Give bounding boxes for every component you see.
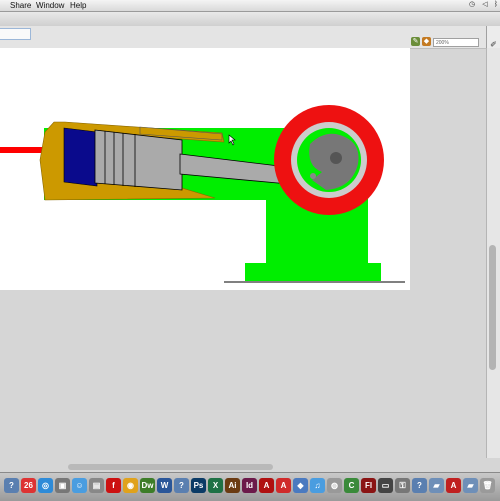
lock-app-icon[interactable]: ⚿ — [395, 478, 410, 493]
edit-symbols-icon[interactable]: ◆ — [422, 37, 431, 46]
monitor-app-icon[interactable]: ▭ — [378, 478, 393, 493]
dreamweaver-app-icon[interactable]: Dw — [140, 478, 155, 493]
disc-app-icon[interactable]: ◍ — [327, 478, 342, 493]
help-app-icon-3[interactable]: ? — [412, 478, 427, 493]
menu-share[interactable]: Share — [10, 0, 31, 11]
menu-window[interactable]: Window — [36, 0, 64, 11]
trash-app-icon[interactable]: 🗑 — [480, 478, 495, 493]
chrome-app-icon[interactable]: ◉ — [123, 478, 138, 493]
zoom-select[interactable]: 200% — [433, 38, 479, 47]
word-app-icon[interactable]: W — [157, 478, 172, 493]
indesign-app-icon[interactable]: Id — [242, 478, 257, 493]
fireworks-app-icon[interactable]: Fl — [361, 478, 376, 493]
photoshop-app-icon[interactable]: Ps — [191, 478, 206, 493]
application-toolbar — [0, 12, 500, 27]
horizontal-scroll-thumb[interactable] — [68, 464, 273, 470]
safari-app-icon[interactable]: ◎ — [38, 478, 53, 493]
piston-cap — [63, 127, 98, 187]
folder-app-icon-2[interactable]: ▰ — [463, 478, 478, 493]
menu-help[interactable]: Help — [70, 0, 86, 11]
itunes-app-icon[interactable]: ♫ — [310, 478, 325, 493]
stage-canvas[interactable] — [0, 48, 410, 290]
bluetooth-icon[interactable]: ᛒ — [492, 1, 500, 9]
finder-app-icon[interactable]: ☺ — [72, 478, 87, 493]
edit-scene-icon[interactable]: ✎ — [411, 37, 420, 46]
acrobat-app-icon-3[interactable]: A — [446, 478, 461, 493]
piston-head — [94, 129, 183, 191]
volume-icon[interactable]: ◁ — [481, 1, 489, 9]
calendar-app-icon[interactable]: 26 — [21, 478, 36, 493]
vertical-scroll-thumb[interactable] — [489, 245, 496, 370]
help-app-icon[interactable]: ? — [4, 478, 19, 493]
menu-bar: Share Window Help ◷ ◁ ᛒ — [0, 0, 500, 12]
excel-app-icon[interactable]: X — [208, 478, 223, 493]
steam-engine-drawing — [0, 105, 405, 283]
time-machine-icon[interactable]: ◷ — [468, 1, 476, 9]
flash-app-icon[interactable]: f — [106, 478, 121, 493]
help-app-icon-2[interactable]: ? — [174, 478, 189, 493]
steam-pipe — [0, 147, 45, 153]
acrobat-app-icon[interactable]: A — [259, 478, 274, 493]
engine-foot — [245, 263, 381, 281]
photos-app-icon[interactable]: ▣ — [55, 478, 70, 493]
camtasia-app-icon[interactable]: C — [344, 478, 359, 493]
acrobat-app-icon-2[interactable]: A — [276, 478, 291, 493]
crank-hub — [330, 152, 342, 164]
folder-app-icon[interactable]: ▰ — [429, 478, 444, 493]
keynote-app-icon[interactable]: ◆ — [293, 478, 308, 493]
crank-pin — [310, 173, 316, 179]
illustrator-app-icon[interactable]: Ai — [225, 478, 240, 493]
document-tab[interactable] — [0, 28, 31, 40]
preview-app-icon[interactable]: ▤ — [89, 478, 104, 493]
